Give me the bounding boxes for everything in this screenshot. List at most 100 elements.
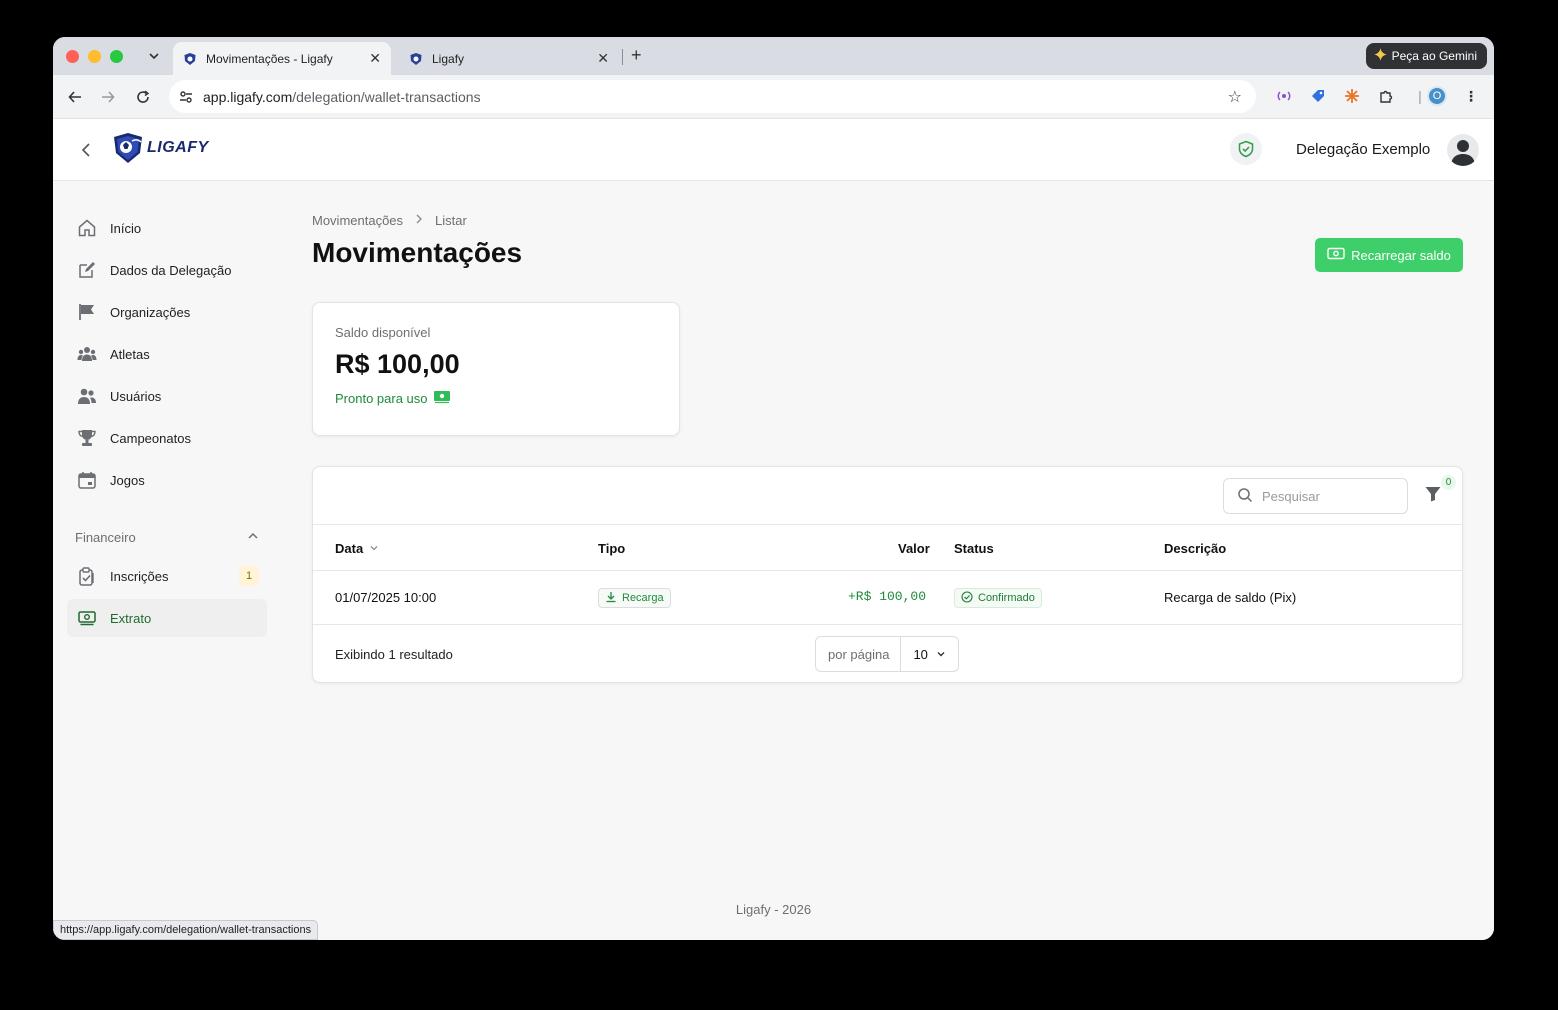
browser-window: Movimentações - Ligafy ✕ Ligafy ✕ + Peça…	[53, 37, 1494, 940]
clipboard-icon	[77, 566, 97, 586]
sidebar-item-organizacoes[interactable]: Organizações	[67, 293, 267, 331]
security-shield-button[interactable]	[1230, 133, 1262, 165]
column-header-data[interactable]: Data	[335, 541, 379, 556]
search-field[interactable]	[1223, 478, 1408, 514]
search-icon	[1237, 487, 1253, 506]
gemini-sparkle-icon	[1373, 48, 1387, 64]
browser-toolbar: app.ligafy.com/delegation/wallet-transac…	[53, 75, 1494, 119]
per-page-value-text: 10	[913, 646, 928, 662]
avatar-person-icon	[1451, 140, 1475, 166]
sidebar-item-label: Usuários	[110, 388, 162, 404]
sidebar-item-dados-delegacao[interactable]: Dados da Delegação	[67, 251, 267, 289]
bookmark-star-icon[interactable]: ☆	[1228, 87, 1242, 107]
reload-icon[interactable]	[133, 87, 153, 107]
tab-close-icon[interactable]: ✕	[597, 50, 609, 67]
column-label: Data	[335, 541, 364, 556]
url-domain: app.ligafy.com	[203, 88, 293, 105]
calendar-icon	[77, 470, 97, 490]
tab-movimentacoes[interactable]: Movimentações - Ligafy ✕	[173, 42, 391, 75]
money-icon	[77, 608, 97, 628]
breadcrumb-item-movimentacoes[interactable]: Movimentações	[312, 213, 403, 228]
table-row[interactable]: 01/07/2025 10:00 Recarga +R$ 100,00 Conf…	[313, 571, 1462, 625]
sidebar-item-label: Início	[110, 220, 142, 236]
balance-card: Saldo disponível R$ 100,00 Pronto para u…	[312, 302, 680, 436]
results-count: Exibindo 1 resultado	[335, 647, 453, 662]
trophy-icon	[77, 428, 97, 448]
user-avatar[interactable]	[1447, 134, 1479, 166]
sidebar-item-label: Atletas	[110, 346, 150, 362]
sidebar-item-label: Jogos	[110, 472, 145, 488]
type-tag-label: Recarga	[622, 592, 664, 604]
ligafy-shield-logo-icon	[114, 133, 142, 163]
column-header-valor: Valor	[898, 541, 930, 556]
sidebar-item-label: Dados da Delegação	[110, 262, 232, 278]
extension-sparkle-icon[interactable]	[1342, 86, 1362, 106]
balance-amount: R$ 100,00	[335, 349, 460, 379]
sidebar-item-inscricoes[interactable]: Inscrições 1	[67, 557, 267, 595]
profile-avatar-icon[interactable]: O	[1427, 86, 1447, 106]
per-page-value[interactable]: 10	[901, 647, 957, 662]
sidebar-section-financeiro[interactable]: Financeiro	[67, 517, 267, 557]
sidebar-item-atletas[interactable]: Atletas	[67, 335, 267, 373]
money-icon	[1327, 247, 1345, 264]
recharge-button-label: Recarregar saldo	[1351, 247, 1451, 263]
table-header: Data Tipo Valor Status Descrição	[313, 524, 1462, 571]
per-page-label: por página	[816, 637, 902, 671]
shield-check-icon	[1238, 140, 1254, 158]
sidebar-item-label: Inscrições	[110, 568, 169, 584]
search-input[interactable]	[1262, 488, 1392, 504]
recharge-balance-button[interactable]: Recarregar saldo	[1315, 238, 1463, 272]
user-name[interactable]: Delegação Exemplo	[1296, 141, 1430, 158]
tab-ligafy[interactable]: Ligafy ✕	[399, 42, 619, 75]
breadcrumb-chevron-icon	[415, 213, 423, 228]
extension-radio-icon[interactable]	[1274, 86, 1294, 106]
url-path: /delegation/wallet-transactions	[292, 88, 481, 105]
sidebar-item-usuarios[interactable]: Usuários	[67, 377, 267, 415]
sidebar-item-label: Extrato	[110, 610, 152, 626]
ligafy-logo[interactable]: LIGAFY	[111, 131, 209, 165]
flag-icon	[77, 302, 97, 322]
gemini-label: Peça ao Gemini	[1391, 49, 1477, 63]
tab-strip: Movimentações - Ligafy ✕ Ligafy ✕ + Peça…	[53, 37, 1494, 75]
extensions-puzzle-icon[interactable]	[1376, 86, 1396, 106]
extension-tag-icon[interactable]	[1308, 86, 1328, 106]
minimize-window-button[interactable]	[88, 50, 101, 63]
site-settings-icon[interactable]	[177, 88, 195, 106]
chevron-down-icon	[936, 647, 946, 662]
chevron-up-icon	[247, 530, 259, 545]
edit-icon	[77, 260, 97, 280]
close-window-button[interactable]	[66, 50, 79, 63]
column-label: Valor	[898, 541, 930, 556]
sidebar-item-extrato[interactable]: Extrato	[67, 599, 267, 637]
column-header-tipo: Tipo	[598, 541, 625, 556]
status-badge: Confirmado	[954, 588, 1042, 608]
download-icon	[605, 591, 617, 606]
balance-label: Saldo disponível	[335, 325, 431, 340]
tab-close-icon[interactable]: ✕	[369, 50, 381, 67]
filter-icon[interactable]	[1423, 484, 1443, 504]
sidebar-item-jogos[interactable]: Jogos	[67, 461, 267, 499]
section-label: Financeiro	[75, 529, 136, 545]
balance-status-text: Pronto para uso	[335, 391, 428, 406]
sidebar-item-inicio[interactable]: Início	[67, 209, 267, 247]
back-arrow-icon[interactable]	[65, 87, 85, 107]
cell-descricao: Recarga de saldo (Pix)	[1164, 590, 1297, 605]
ligafy-favicon-icon	[183, 52, 197, 66]
sort-chevron-down-icon	[369, 541, 379, 556]
tab-title: Ligafy	[432, 51, 465, 66]
back-chevron-icon[interactable]	[77, 139, 95, 161]
breadcrumb-item-listar: Listar	[435, 213, 467, 228]
sidebar: Início Dados da Delegação Organizações A…	[67, 209, 267, 641]
forward-arrow-icon[interactable]	[98, 87, 118, 107]
address-bar[interactable]: app.ligafy.com/delegation/wallet-transac…	[169, 80, 1256, 113]
maximize-window-button[interactable]	[110, 50, 123, 63]
gemini-button[interactable]: Peça ao Gemini	[1365, 43, 1487, 69]
group-icon	[77, 344, 97, 364]
column-label: Tipo	[598, 541, 626, 556]
sidebar-item-campeonatos[interactable]: Campeonatos	[67, 419, 267, 457]
per-page-select[interactable]: por página 10	[815, 636, 959, 672]
tab-search-chevron-icon[interactable]	[145, 47, 163, 65]
browser-menu-kebab-icon[interactable]: ⋮	[1461, 86, 1481, 106]
new-tab-plus-icon[interactable]: +	[631, 46, 642, 64]
cell-valor: +R$ 100,00	[848, 589, 927, 604]
